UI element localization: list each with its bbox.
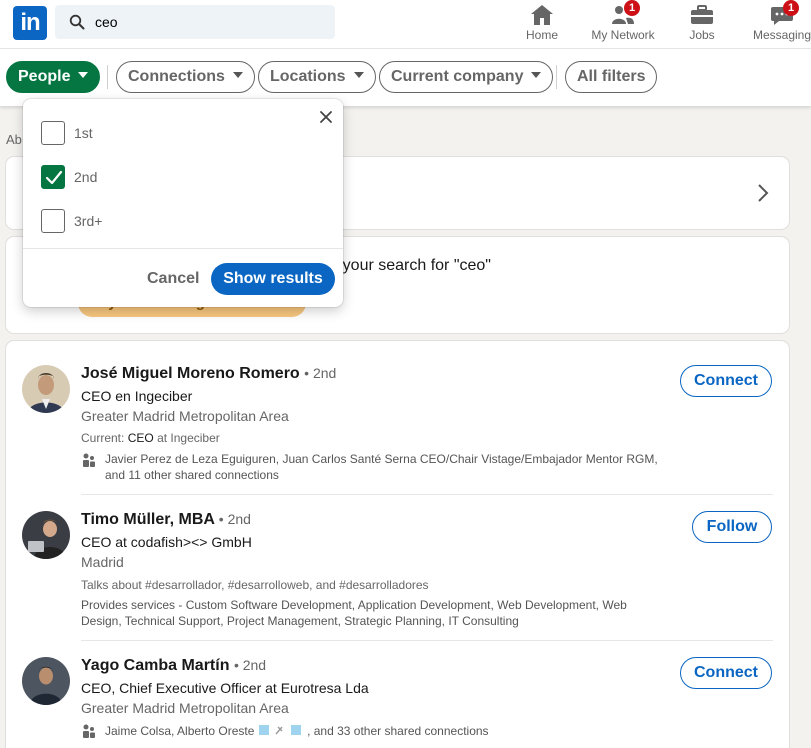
result-headline: CEO at codafish><> GmbH	[81, 534, 252, 550]
shared-count: , and 33 other shared connections	[307, 724, 489, 738]
search-input[interactable]: ceo	[55, 5, 335, 39]
connection-degree: • 2nd	[218, 511, 251, 527]
result-location: Madrid	[81, 554, 124, 570]
result-services: Provides services - Custom Software Deve…	[81, 598, 627, 628]
results-about-text: Ab	[6, 132, 22, 147]
connections-dropdown: 1st 2nd 3rd+ Cancel Show results	[23, 99, 343, 307]
checkbox-3rd[interactable]	[41, 209, 65, 233]
result-name[interactable]: José Miguel Moreno Romero • 2nd	[81, 365, 336, 383]
home-icon	[531, 5, 553, 25]
avatar[interactable]	[22, 365, 70, 413]
connect-button[interactable]: Connect	[680, 365, 772, 397]
briefcase-icon	[691, 5, 713, 24]
linkedin-logo[interactable]: in	[13, 6, 47, 40]
divider	[107, 65, 108, 89]
top-nav: in ceo Home My Network 1 Jobs Messaging …	[0, 0, 811, 49]
all-filters-label: All filters	[577, 68, 646, 85]
search-icon	[69, 14, 85, 30]
result-name-text: José Miguel Moreno Romero	[81, 365, 300, 382]
degree-option-label: 2nd	[74, 169, 98, 185]
list-item: José Miguel Moreno Romero • 2nd CEO en I…	[6, 341, 789, 495]
shared-connections-text[interactable]: Javier Perez de Leza Eguiguren, Juan Car…	[105, 451, 680, 483]
nav-jobs[interactable]: Jobs	[682, 0, 722, 48]
checkbox-2nd[interactable]	[41, 165, 65, 189]
nav-home-label: Home	[525, 28, 558, 42]
chevron-right-icon[interactable]	[757, 183, 769, 203]
nav-jobs-label: Jobs	[689, 28, 715, 42]
nav-messaging[interactable]: Messaging 1	[752, 0, 811, 48]
connections-filter-label: Connections	[128, 68, 225, 85]
current-label: Current:	[81, 431, 125, 445]
notification-badge: 1	[624, 0, 640, 16]
emoji-icons	[258, 724, 304, 739]
locations-filter-label: Locations	[270, 68, 346, 85]
people-filter-label: People	[18, 68, 71, 85]
nav-home[interactable]: Home	[518, 0, 566, 48]
current-company-filter-button[interactable]: Current company	[379, 61, 554, 93]
degree-option-label: 1st	[74, 125, 93, 141]
connection-degree: • 2nd	[233, 657, 267, 673]
shared-names: Jaime Colsa, Alberto Oreste	[105, 724, 255, 738]
nav-my-network-label: My Network	[591, 28, 655, 42]
shared-connections-text[interactable]: Jaime Colsa, Alberto Oreste , and 33 oth…	[105, 724, 489, 739]
caret-down-icon	[531, 71, 542, 78]
show-results-button[interactable]: Show results	[211, 263, 335, 295]
result-headline: CEO, Chief Executive Officer at Eurotres…	[81, 680, 369, 696]
filter-bar: People Connections Locations Current com…	[0, 49, 811, 106]
cancel-button[interactable]: Cancel	[147, 270, 199, 288]
result-name[interactable]: Timo Müller, MBA • 2nd	[81, 511, 251, 529]
divider	[23, 248, 343, 249]
result-name-text: Timo Müller, MBA	[81, 511, 215, 528]
all-filters-button[interactable]: All filters	[565, 61, 658, 93]
divider	[556, 65, 557, 89]
close-icon[interactable]	[318, 109, 334, 125]
checkbox-1st[interactable]	[41, 121, 65, 145]
shared-connections-icon	[83, 453, 95, 467]
list-item: Timo Müller, MBA • 2nd CEO at codafish><…	[6, 495, 789, 641]
current-company: at Ingeciber	[157, 431, 220, 445]
list-item: Yago Camba Martín • 2nd CEO, Chief Execu…	[6, 641, 789, 748]
result-name[interactable]: Yago Camba Martín • 2nd	[81, 657, 266, 675]
nav-my-network[interactable]: My Network 1	[588, 0, 658, 48]
result-location: Greater Madrid Metropolitan Area	[81, 700, 289, 716]
result-talks-about: Talks about #desarrollador, #desarrollow…	[81, 578, 429, 592]
degree-option-label: 3rd+	[74, 213, 103, 229]
current-keyword: CEO	[127, 431, 154, 445]
result-name-text: Yago Camba Martín	[81, 657, 230, 674]
caret-down-icon	[78, 71, 89, 78]
search-value: ceo	[95, 14, 118, 30]
results-list: José Miguel Moreno Romero • 2nd CEO en I…	[6, 341, 789, 748]
avatar[interactable]	[22, 511, 70, 559]
result-current: Current: CEO at Ingeciber	[81, 431, 220, 445]
caret-down-icon	[232, 71, 243, 78]
connection-degree: • 2nd	[304, 365, 337, 381]
connect-button[interactable]: Connect	[680, 657, 772, 689]
follow-button[interactable]: Follow	[692, 511, 772, 543]
shared-connections-icon	[83, 724, 95, 738]
checkmark-icon	[45, 170, 63, 185]
avatar[interactable]	[22, 657, 70, 705]
nav-messaging-label: Messaging	[752, 28, 811, 42]
connections-filter-button[interactable]: Connections	[116, 61, 255, 93]
result-headline: CEO en Ingeciber	[81, 388, 193, 404]
result-location: Greater Madrid Metropolitan Area	[81, 408, 289, 424]
current-company-filter-label: Current company	[391, 68, 524, 85]
notification-badge: 1	[783, 0, 799, 16]
locations-filter-button[interactable]: Locations	[258, 61, 376, 93]
caret-down-icon	[353, 71, 364, 78]
people-filter-button[interactable]: People	[6, 61, 101, 93]
